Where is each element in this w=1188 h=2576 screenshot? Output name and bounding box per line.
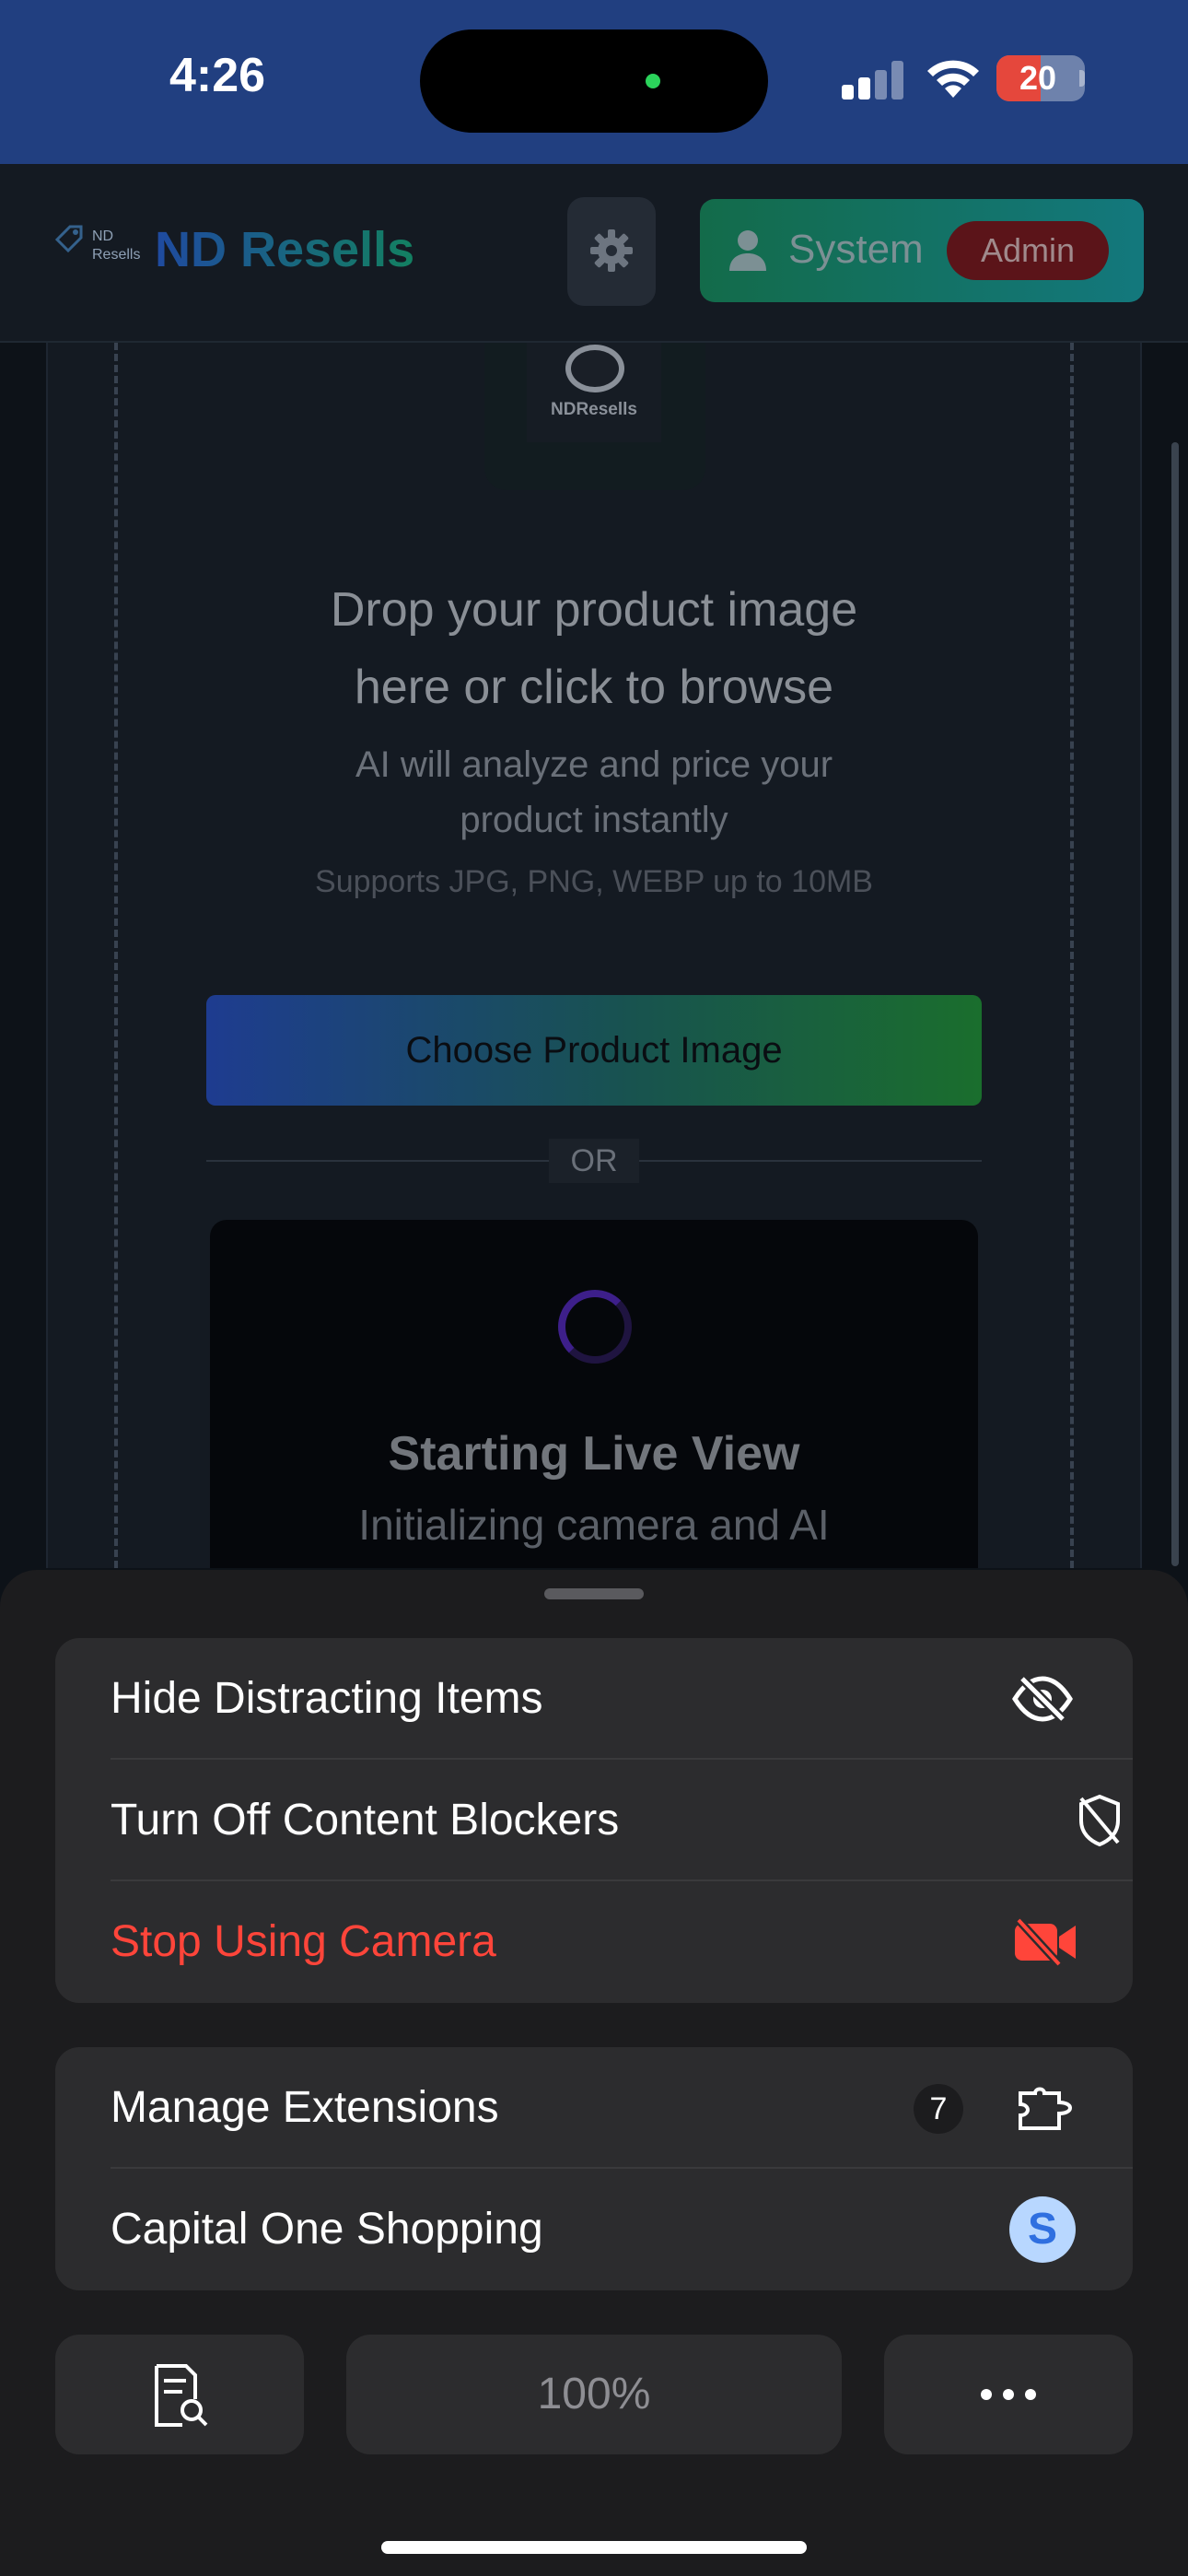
loading-spinner-icon xyxy=(558,1290,632,1364)
camera-in-use-indicator xyxy=(646,74,660,88)
menu-item-label: Turn Off Content Blockers xyxy=(111,1796,620,1844)
zoom-level: 100% xyxy=(537,2370,651,2418)
sheet-grabber[interactable] xyxy=(544,1588,644,1599)
status-time: 4:26 xyxy=(169,49,266,102)
manage-extensions-item[interactable]: Manage Extensions 7 xyxy=(55,2047,1133,2169)
choose-image-button[interactable]: Choose Product Image xyxy=(206,995,982,1106)
dropzone-title-line2: here or click to browse xyxy=(354,661,834,714)
live-view-subtitle: Initializing camera and AI xyxy=(358,1501,830,1549)
battery-percent: 20 xyxy=(1019,59,1057,97)
find-on-page-button[interactable] xyxy=(55,2335,304,2454)
dropzone-border-right xyxy=(1070,343,1074,1568)
menu-item-label: Hide Distracting Items xyxy=(111,1674,543,1723)
supported-formats: Supports JPG, PNG, WEBP up to 10MB xyxy=(315,864,873,899)
dropzone-subtitle: AI will analyze and price your product i… xyxy=(258,737,930,848)
dropzone-title-line1: Drop your product image xyxy=(330,583,858,637)
battery-icon: 20 xyxy=(996,55,1085,101)
dropzone-subtitle-line2: product instantly xyxy=(460,800,728,840)
gear-icon xyxy=(590,229,633,272)
camera-lens-icon xyxy=(565,345,624,392)
product-image-placeholder: NDResells xyxy=(484,343,705,490)
role-badge: Admin xyxy=(947,221,1109,280)
settings-button[interactable] xyxy=(567,197,656,306)
scrollbar[interactable] xyxy=(1171,442,1179,1566)
menu-item-label: Stop Using Camera xyxy=(111,1917,496,1966)
turn-off-content-blockers-item[interactable]: Turn Off Content Blockers xyxy=(55,1760,1133,1881)
stop-using-camera-item[interactable]: Stop Using Camera xyxy=(55,1881,1133,2003)
capital-one-shopping-item[interactable]: Capital One Shopping S xyxy=(55,2169,1133,2290)
home-indicator[interactable] xyxy=(381,2541,807,2554)
logo-text-top: ND xyxy=(92,228,114,244)
status-bar: 4:26 20 xyxy=(0,0,1188,164)
user-menu-button[interactable]: System Admin xyxy=(700,199,1144,302)
dynamic-island xyxy=(420,29,768,133)
menu-item-label: Manage Extensions xyxy=(111,2083,499,2132)
camera-logo: NDResells xyxy=(527,343,661,442)
eye-slash-icon xyxy=(1012,1675,1073,1723)
dropzone-subtitle-line1: AI will analyze and price your xyxy=(355,744,833,785)
puzzle-icon xyxy=(1019,2087,1073,2130)
user-name: System xyxy=(788,227,924,272)
camera-logo-text: NDResells xyxy=(551,400,637,419)
dropzone-border-left xyxy=(114,343,118,1568)
logo-text-bottom: Resells xyxy=(92,247,141,263)
zoom-level-button[interactable]: 100% xyxy=(346,2335,842,2454)
page-search-icon xyxy=(155,2364,208,2427)
more-icon xyxy=(981,2389,1036,2400)
extensions-count-badge: 7 xyxy=(914,2084,963,2134)
more-options-button[interactable] xyxy=(884,2335,1133,2454)
hide-distracting-items-item[interactable]: Hide Distracting Items xyxy=(55,1638,1133,1760)
live-view-panel: Starting Live View Initializing camera a… xyxy=(210,1220,978,1568)
user-icon xyxy=(729,230,766,271)
menu-group-page: Hide Distracting Items Turn Off Content … xyxy=(55,1638,1133,2003)
shield-slash-icon xyxy=(1079,1794,1120,1847)
menu-group-extensions: Manage Extensions 7 Capital One Shopping… xyxy=(55,2047,1133,2290)
cellular-signal-icon xyxy=(842,61,904,100)
dropzone-title[interactable]: Drop your product image here or click to… xyxy=(184,571,1004,726)
menu-item-label: Capital One Shopping xyxy=(111,2205,543,2254)
or-label: OR xyxy=(549,1139,639,1183)
capital-one-shopping-icon: S xyxy=(1009,2196,1076,2263)
app-header: ND Resells ND Resells System Admin xyxy=(0,164,1188,343)
wifi-icon xyxy=(927,60,979,98)
live-view-title: Starting Live View xyxy=(388,1427,800,1481)
logo[interactable]: ND Resells xyxy=(52,221,140,278)
video-slash-icon xyxy=(1015,1918,1076,1966)
logo-tag-icon xyxy=(54,225,83,253)
brand-name[interactable]: ND Resells xyxy=(155,221,414,278)
